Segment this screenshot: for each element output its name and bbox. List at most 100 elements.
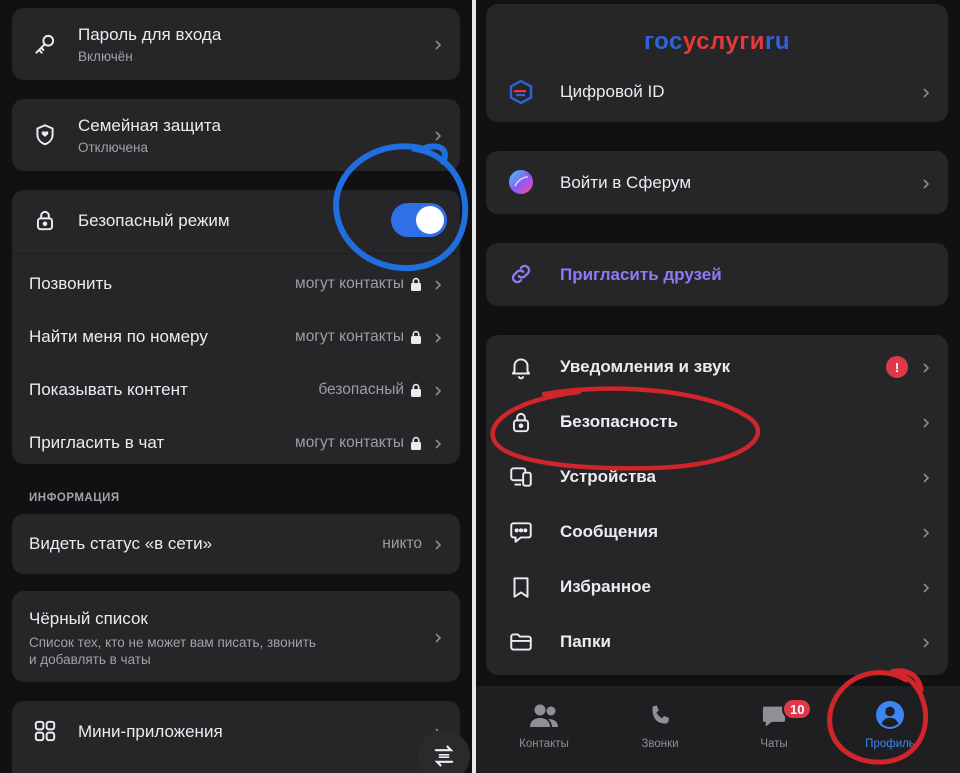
chevron-right-icon [432, 278, 444, 290]
chevron-right-icon [920, 361, 932, 373]
folders-item[interactable]: Папки [486, 618, 948, 666]
blacklist-item[interactable]: Чёрный список Список тех, кто не может в… [12, 591, 460, 682]
safe-mode-find-row[interactable]: Найти меня по номеру могут контакты [12, 315, 460, 359]
digital-id-label: Цифровой ID [560, 82, 665, 101]
safe-mode-call-row[interactable]: Позвонить могут контакты [12, 262, 460, 306]
safe-mode-toggle[interactable] [391, 203, 447, 237]
find-value: могут контакты [295, 328, 422, 346]
gosuslugi-logo: госуслугиru [644, 28, 790, 55]
notifications-label: Уведомления и звук [560, 357, 731, 376]
devices-item[interactable]: Устройства [486, 453, 948, 501]
tab-calls-label: Звонки [641, 738, 679, 750]
tab-chats[interactable]: Чаты 10 [724, 698, 824, 750]
login-password-title: Пароль для входа [78, 25, 222, 44]
invite-chat-value: могут контакты [295, 434, 422, 452]
lock-small-icon [410, 383, 422, 397]
content-label: Показывать контент [29, 380, 188, 399]
folders-label: Папки [560, 632, 611, 651]
favorites-item[interactable]: Избранное [486, 563, 948, 611]
section-info-label: ИНФОРМАЦИЯ [29, 492, 120, 504]
devices-icon [508, 464, 534, 490]
phone-icon [652, 705, 669, 724]
chevron-right-icon [920, 416, 932, 428]
call-value: могут контакты [295, 275, 422, 293]
online-status-value: никто [382, 535, 422, 552]
safe-mode-invite-row[interactable]: Пригласить в чат могут контакты [12, 421, 460, 465]
blacklist-desc-1: Список тех, кто не может вам писать, зво… [29, 635, 316, 650]
find-label: Найти меня по номеру [29, 327, 208, 346]
blacklist-desc-2: и добавлять в чаты [29, 652, 151, 667]
sync-icon [434, 745, 454, 767]
chevron-right-icon [432, 384, 444, 396]
lock-icon [508, 409, 534, 435]
chevron-right-icon [432, 331, 444, 343]
invite-friends-item[interactable]: Пригласить друзей [486, 243, 948, 306]
family-protection-title: Семейная защита [78, 116, 221, 135]
chevron-right-icon [920, 471, 932, 483]
online-status-item[interactable]: Видеть статус «в сети» никто [12, 514, 460, 574]
mini-apps-item[interactable]: Мини-приложения [12, 701, 460, 773]
messages-item[interactable]: Сообщения [486, 508, 948, 556]
chevron-right-icon [432, 437, 444, 449]
safe-mode-card: Безопасный режим Позвонить могут контакт… [12, 190, 460, 464]
notifications-item[interactable]: Уведомления и звук ! [486, 343, 948, 391]
tab-chats-label: Чаты [760, 738, 788, 750]
profile-icon [876, 701, 904, 729]
lock-icon [32, 207, 58, 233]
tab-contacts-label: Контакты [519, 738, 569, 750]
folder-icon [508, 629, 534, 655]
tab-contacts[interactable]: Контакты [494, 700, 594, 750]
bell-icon [508, 354, 534, 380]
blacklist-title: Чёрный список [29, 609, 148, 628]
chevron-right-icon [920, 636, 932, 648]
tab-profile-label: Профиль [865, 738, 915, 750]
notifications-alert-badge: ! [886, 356, 908, 378]
security-item[interactable]: Безопасность [486, 398, 948, 446]
grid-icon [32, 718, 58, 744]
tab-calls[interactable]: Звонки [610, 700, 710, 750]
lock-small-icon [410, 277, 422, 291]
content-value: безопасный [318, 381, 422, 399]
sferum-label: Войти в Сферум [560, 173, 692, 192]
sferum-item[interactable]: Войти в Сферум [486, 151, 948, 214]
messages-label: Сообщения [560, 522, 658, 541]
bookmark-icon [508, 574, 534, 600]
gosuslugi-card: госуслугиru Цифровой ID [486, 4, 948, 122]
online-status-label: Видеть статус «в сети» [29, 534, 213, 553]
lock-small-icon [410, 436, 422, 450]
link-icon [508, 261, 534, 287]
tab-profile[interactable]: Профиль [840, 700, 940, 750]
digital-id-item[interactable]: Цифровой ID [486, 70, 948, 114]
safe-mode-title: Безопасный режим [78, 211, 230, 230]
left-screen: Пароль для входа Включён Семейная защита… [0, 0, 472, 773]
key-icon [32, 31, 58, 57]
shield-icon [32, 122, 58, 148]
invite-friends-label: Пригласить друзей [560, 265, 722, 284]
chevron-right-icon [432, 129, 444, 141]
call-label: Позвонить [29, 274, 113, 293]
family-protection-item[interactable]: Семейная защита Отключена [12, 99, 460, 171]
sync-button[interactable] [418, 730, 470, 773]
contacts-icon [530, 704, 558, 727]
chevron-right-icon [432, 38, 444, 50]
chevron-right-icon [920, 581, 932, 593]
toggle-knob [416, 206, 444, 234]
divider [12, 253, 460, 254]
invite-chat-label: Пригласить в чат [29, 433, 165, 452]
favorites-label: Избранное [560, 577, 651, 596]
chevron-right-icon [432, 538, 444, 550]
bottom-tab-bar: Контакты Звонки Чаты 10 Профиль [476, 686, 960, 773]
lock-small-icon [410, 330, 422, 344]
security-label: Безопасность [560, 412, 678, 431]
devices-label: Устройства [560, 467, 656, 486]
digital-id-icon [508, 79, 534, 105]
chevron-right-icon [920, 177, 932, 189]
family-protection-status: Отключена [78, 140, 148, 155]
right-screen: госуслугиru Цифровой ID Войти в Сферум П… [476, 0, 960, 773]
message-icon [508, 519, 534, 545]
chats-unread-badge: 10 [782, 698, 813, 720]
safe-mode-content-row[interactable]: Показывать контент безопасный [12, 368, 460, 412]
login-password-item[interactable]: Пароль для входа Включён [12, 8, 460, 80]
settings-card: Уведомления и звук ! Безопасность Устрой… [486, 335, 948, 675]
chevron-right-icon [432, 631, 444, 643]
